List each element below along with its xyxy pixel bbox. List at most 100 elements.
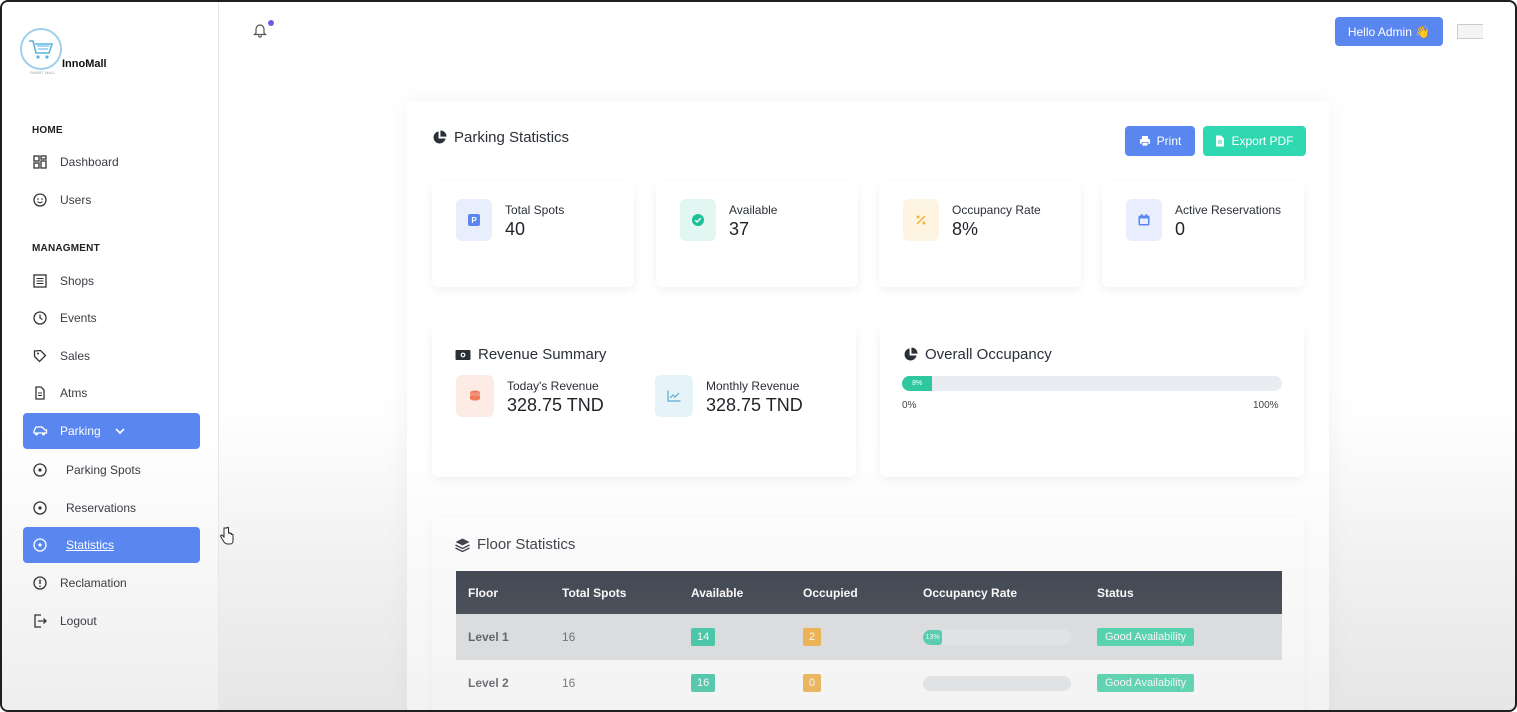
sidebar: SMART MALL InnoMall HOME Dashboard Users… xyxy=(2,2,219,710)
pie-chart-icon xyxy=(904,347,918,361)
stat-label: Active Reservations xyxy=(1175,203,1282,217)
sidebar-item-statistics[interactable]: Statistics xyxy=(23,527,200,563)
sidebar-item-label: Parking Spots xyxy=(66,463,141,477)
file-icon xyxy=(1216,135,1225,147)
occupancy-progress-bar: 8% xyxy=(902,376,1282,391)
bell-icon[interactable] xyxy=(253,22,267,43)
coins-icon xyxy=(456,375,494,417)
floor-statistics-title: Floor Statistics xyxy=(455,536,575,553)
today-revenue-value: 328.75 TND xyxy=(507,395,604,415)
revenue-summary-title: Revenue Summary xyxy=(455,346,606,363)
table-row[interactable]: Level 1 16 14 2 13% Good Availability xyxy=(456,614,1282,660)
calendar-icon xyxy=(1126,199,1162,241)
tag-icon xyxy=(32,348,48,364)
sidebar-item-label: Reservations xyxy=(66,501,137,515)
stat-card-available: Available 37 xyxy=(656,182,858,287)
print-label: Print xyxy=(1156,134,1182,148)
car-icon xyxy=(32,423,48,439)
grid-icon xyxy=(32,154,48,170)
occupancy-rate-fill: 13% xyxy=(923,629,943,645)
column-header[interactable]: Total Spots xyxy=(550,571,679,614)
progress-max-label: 100% xyxy=(1253,400,1279,411)
stat-value: 40 xyxy=(505,219,526,239)
floor-cell: Level 2 xyxy=(468,676,509,690)
monthly-revenue-label: Monthly Revenue xyxy=(706,379,800,393)
check-circle-icon xyxy=(680,199,716,241)
stat-value: 8% xyxy=(952,219,979,239)
alert-circle-icon xyxy=(32,575,48,591)
floor-cell: Level 1 xyxy=(468,630,509,644)
column-header[interactable]: Available xyxy=(679,571,791,614)
avatar[interactable] xyxy=(1457,24,1483,39)
sidebar-item-reservations[interactable]: Reservations xyxy=(23,490,200,526)
money-icon xyxy=(455,349,471,360)
status-badge: Good Availability xyxy=(1097,628,1195,646)
line-chart-icon xyxy=(655,375,693,417)
circle-dot-icon xyxy=(32,537,48,553)
sidebar-item-events[interactable]: Events xyxy=(23,300,200,336)
stat-value: 37 xyxy=(729,219,750,239)
column-header[interactable]: Occupancy Rate xyxy=(911,571,1085,614)
table-row[interactable]: Level 2 16 16 0 Good Availability xyxy=(456,660,1282,706)
print-button[interactable]: Print xyxy=(1125,126,1195,156)
percent-icon xyxy=(903,199,939,241)
sidebar-item-label: Logout xyxy=(60,614,97,628)
sidebar-item-label: Dashboard xyxy=(60,155,119,169)
sidebar-item-users[interactable]: Users xyxy=(23,182,200,218)
svg-text:P: P xyxy=(471,216,477,225)
stat-card-total-spots: P Total Spots 40 xyxy=(432,182,634,287)
sidebar-item-label: Events xyxy=(60,311,97,325)
floor-statistics-table: Floor Total Spots Available Occupied Occ… xyxy=(456,571,1282,706)
logout-icon xyxy=(32,613,48,629)
cart-logo-icon xyxy=(20,28,62,70)
stat-label: Occupancy Rate xyxy=(952,203,1041,217)
overall-occupancy-title: Overall Occupancy xyxy=(903,346,1052,363)
brand-logo[interactable]: SMART MALL InnoMall xyxy=(20,28,130,78)
monthly-revenue-value: 328.75 TND xyxy=(706,395,803,415)
total-spots-cell: 16 xyxy=(562,630,576,644)
sidebar-item-label: Statistics xyxy=(66,538,115,552)
sidebar-item-label: Sales xyxy=(60,349,91,363)
column-header[interactable]: Floor xyxy=(456,571,550,614)
sidebar-item-sales[interactable]: Sales xyxy=(23,338,200,374)
sidebar-item-parking-spots[interactable]: Parking Spots xyxy=(23,452,200,488)
brand-name: InnoMall xyxy=(62,58,107,70)
available-badge: 14 xyxy=(691,628,716,646)
sidebar-item-reclamation[interactable]: Reclamation xyxy=(23,565,200,601)
stat-label: Available xyxy=(729,203,778,217)
sidebar-item-atms[interactable]: Atms xyxy=(23,375,200,411)
stat-card-occupancy-rate: Occupancy Rate 8% xyxy=(879,182,1081,287)
page-title: Parking Statistics xyxy=(432,129,569,146)
sidebar-item-dashboard[interactable]: Dashboard xyxy=(23,144,200,180)
overall-occupancy-card: Overall Occupancy 8% 0% 100% xyxy=(880,327,1304,477)
sidebar-item-label: Reclamation xyxy=(60,576,127,590)
sidebar-item-shops[interactable]: Shops xyxy=(23,263,200,299)
layers-icon xyxy=(455,538,470,552)
sidebar-item-label: Users xyxy=(60,193,92,207)
sidebar-item-label: Shops xyxy=(60,274,95,288)
export-pdf-button[interactable]: Export PDF xyxy=(1203,126,1306,156)
sidebar-item-logout[interactable]: Logout xyxy=(23,603,200,639)
occupied-badge: 2 xyxy=(803,628,822,646)
column-header[interactable]: Occupied xyxy=(791,571,911,614)
table-header-row: Floor Total Spots Available Occupied Occ… xyxy=(456,571,1282,614)
parking-icon: P xyxy=(456,199,492,241)
chevron-down-icon[interactable] xyxy=(115,427,125,435)
notification-dot xyxy=(268,20,274,26)
brand-tagline: SMART MALL xyxy=(30,70,56,75)
app-window: SMART MALL InnoMall HOME Dashboard Users… xyxy=(0,0,1517,712)
section-management: MANAGMENT xyxy=(32,243,100,254)
admin-greeting-button[interactable]: Hello Admin 👋 xyxy=(1335,17,1443,46)
occupied-badge: 0 xyxy=(803,674,822,692)
status-badge: Good Availability xyxy=(1097,674,1195,692)
sidebar-item-label: Atms xyxy=(60,386,88,400)
sidebar-item-parking[interactable]: Parking xyxy=(23,413,200,449)
page-title-text: Parking Statistics xyxy=(454,129,570,146)
circle-dot-icon xyxy=(32,500,48,516)
list-icon xyxy=(32,273,48,289)
stat-label: Total Spots xyxy=(505,203,565,217)
occupancy-progress-fill: 8% xyxy=(902,376,933,391)
stat-value: 0 xyxy=(1175,219,1186,239)
total-spots-cell: 16 xyxy=(562,676,576,690)
column-header[interactable]: Status xyxy=(1085,571,1282,614)
